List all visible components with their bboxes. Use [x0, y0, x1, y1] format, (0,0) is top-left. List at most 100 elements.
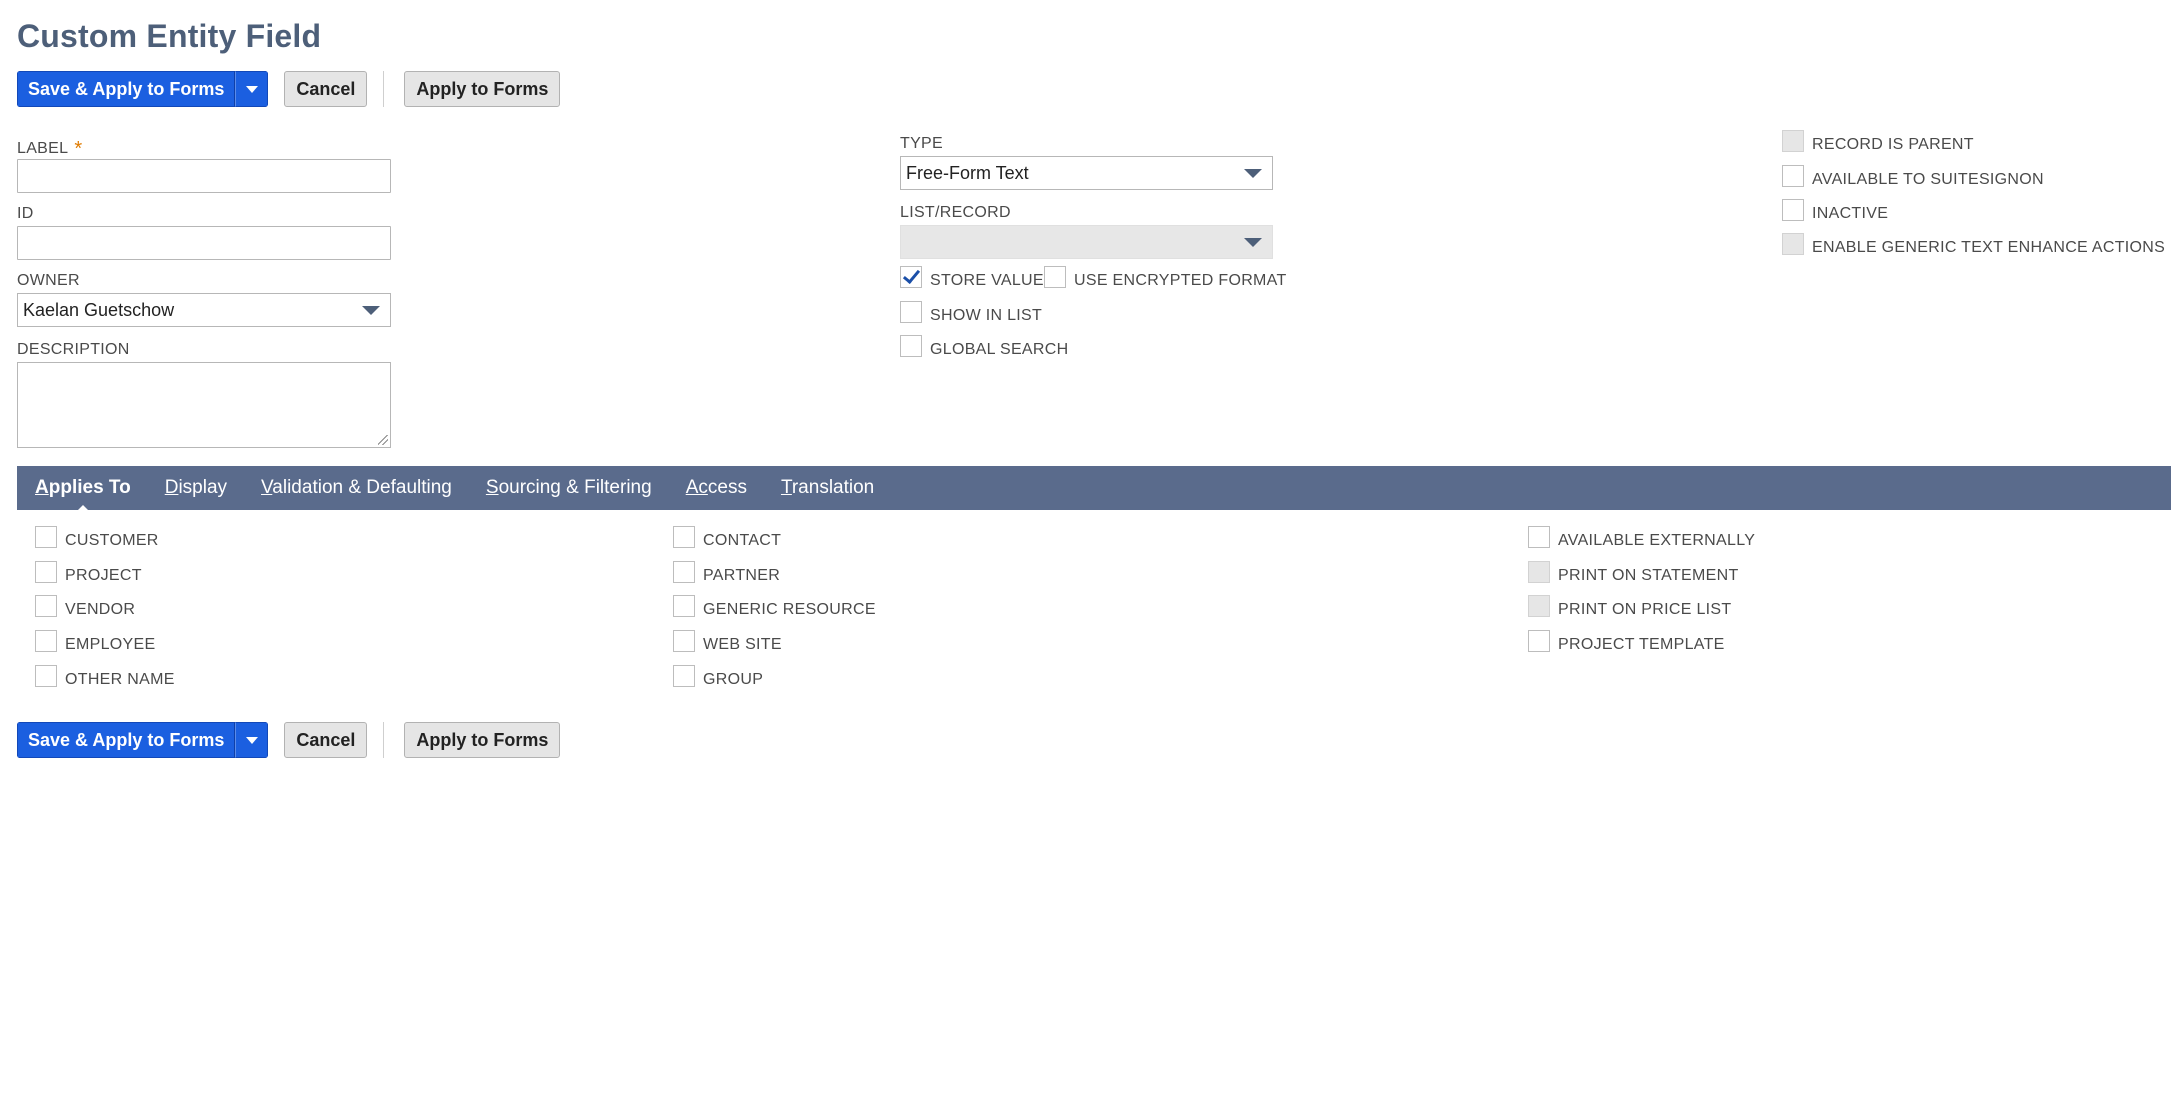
store-value-option[interactable]: STORE VALUE — [900, 266, 1044, 292]
applies-vendor-option[interactable]: VENDOR — [35, 595, 135, 621]
applies-other-name-checkbox[interactable] — [35, 665, 57, 687]
record-is-parent-checkbox[interactable] — [1782, 130, 1804, 152]
inactive-checkbox[interactable] — [1782, 199, 1804, 221]
apply-to-forms-button[interactable]: Apply to Forms — [404, 71, 561, 107]
project-template-option[interactable]: PROJECT TEMPLATE — [1528, 630, 1725, 656]
inactive-option[interactable]: INACTIVE — [1782, 199, 1889, 225]
applies-other-name-label: OTHER NAME — [65, 671, 175, 688]
tab-display[interactable]: Display — [165, 477, 227, 499]
global-search-label: GLOBAL SEARCH — [930, 341, 1069, 358]
print-on-statement-option[interactable]: PRINT ON STATEMENT — [1528, 561, 1739, 587]
list-record-field-label: LIST/RECORD — [900, 204, 1011, 221]
applies-web-site-option[interactable]: WEB SITE — [673, 630, 782, 656]
available-externally-label: AVAILABLE EXTERNALLY — [1558, 532, 1756, 549]
applies-partner-option[interactable]: PARTNER — [673, 561, 781, 587]
subtab-bar: Applies To Display Validation & Defaulti… — [17, 466, 2171, 513]
tab-label: cess — [707, 477, 747, 498]
use-encrypted-format-checkbox[interactable] — [1044, 266, 1066, 288]
cancel-button[interactable]: Cancel — [284, 722, 368, 758]
record-is-parent-option[interactable]: RECORD IS PARENT — [1782, 130, 1974, 156]
available-to-suitesignon-option[interactable]: AVAILABLE TO SUITESIGNON — [1782, 165, 2044, 191]
applies-other-name-option[interactable]: OTHER NAME — [35, 665, 175, 691]
tab-accesskey: S — [485, 477, 499, 498]
tab-label: alidation & Defaulting — [272, 477, 452, 498]
label-field-text: LABEL — [17, 140, 69, 157]
save-menu-button[interactable] — [235, 71, 269, 107]
print-on-price-list-label: PRINT ON PRICE LIST — [1558, 601, 1732, 618]
applies-partner-checkbox[interactable] — [673, 561, 695, 583]
available-externally-checkbox[interactable] — [1528, 526, 1550, 548]
inactive-label: INACTIVE — [1812, 205, 1889, 222]
label-input[interactable] — [17, 159, 391, 193]
applies-project-checkbox[interactable] — [35, 561, 57, 583]
caret-down-icon — [245, 85, 258, 93]
list-record-select — [900, 225, 1273, 259]
tab-accesskey: Ac — [685, 477, 708, 498]
tab-access[interactable]: Access — [686, 477, 747, 499]
show-in-list-checkbox[interactable] — [900, 301, 922, 323]
save-menu-button[interactable] — [235, 722, 269, 758]
save-button-group: Save & Apply to Forms — [17, 71, 269, 107]
applies-generic-resource-label: GENERIC RESOURCE — [703, 601, 876, 618]
applies-generic-resource-checkbox[interactable] — [673, 595, 695, 617]
applies-partner-label: PARTNER — [703, 567, 781, 584]
applies-group-checkbox[interactable] — [673, 665, 695, 687]
applies-vendor-checkbox[interactable] — [35, 595, 57, 617]
id-input[interactable] — [17, 226, 391, 260]
show-in-list-option[interactable]: SHOW IN LIST — [900, 301, 1042, 327]
print-on-statement-checkbox[interactable] — [1528, 561, 1550, 583]
tab-accesskey: A — [35, 477, 49, 498]
button-separator — [383, 71, 385, 107]
applies-customer-checkbox[interactable] — [35, 526, 57, 548]
global-search-option[interactable]: GLOBAL SEARCH — [900, 335, 1069, 361]
save-button-group: Save & Apply to Forms — [17, 722, 269, 758]
tab-translation[interactable]: Translation — [781, 477, 874, 499]
applies-contact-checkbox[interactable] — [673, 526, 695, 548]
type-select-value: Free-Form Text — [906, 162, 1029, 183]
applies-generic-resource-option[interactable]: GENERIC RESOURCE — [673, 595, 876, 621]
applies-group-option[interactable]: GROUP — [673, 665, 763, 691]
applies-project-option[interactable]: PROJECT — [35, 561, 142, 587]
use-encrypted-format-label: USE ENCRYPTED FORMAT — [1074, 272, 1287, 289]
project-template-checkbox[interactable] — [1528, 630, 1550, 652]
required-mark: * — [74, 138, 83, 160]
id-field-label: ID — [17, 205, 34, 222]
enable-generic-text-enhance-option[interactable]: ENABLE GENERIC TEXT ENHANCE ACTIONS — [1782, 233, 2165, 259]
top-button-bar: Save & Apply to Forms Cancel Apply to Fo… — [17, 71, 561, 107]
bottom-button-bar: Save & Apply to Forms Cancel Apply to Fo… — [17, 722, 561, 758]
applies-web-site-checkbox[interactable] — [673, 630, 695, 652]
tab-label: ourcing & Filtering — [498, 477, 652, 498]
applies-customer-option[interactable]: CUSTOMER — [35, 526, 159, 552]
global-search-checkbox[interactable] — [900, 335, 922, 357]
tab-accesskey: T — [780, 477, 792, 498]
available-externally-option[interactable]: AVAILABLE EXTERNALLY — [1528, 526, 1756, 552]
record-is-parent-label: RECORD IS PARENT — [1812, 136, 1974, 153]
tab-sourcing-filtering[interactable]: Sourcing & Filtering — [486, 477, 652, 499]
applies-employee-option[interactable]: EMPLOYEE — [35, 630, 156, 656]
print-on-price-list-option[interactable]: PRINT ON PRICE LIST — [1528, 595, 1732, 621]
tab-label: ranslation — [791, 477, 875, 498]
description-textarea[interactable] — [17, 362, 391, 448]
tab-applies-to[interactable]: Applies To — [35, 477, 131, 513]
button-separator — [383, 722, 385, 758]
apply-to-forms-button[interactable]: Apply to Forms — [404, 722, 561, 758]
save-apply-button[interactable]: Save & Apply to Forms — [17, 71, 236, 107]
available-to-suitesignon-checkbox[interactable] — [1782, 165, 1804, 187]
tab-validation-defaulting[interactable]: Validation & Defaulting — [261, 477, 452, 499]
applies-project-label: PROJECT — [65, 567, 142, 584]
owner-select[interactable]: Kaelan Guetschow — [17, 293, 391, 327]
use-encrypted-format-option[interactable]: USE ENCRYPTED FORMAT — [1044, 266, 1287, 292]
store-value-checkbox[interactable] — [900, 266, 922, 288]
type-field-label: TYPE — [900, 135, 943, 152]
type-select[interactable]: Free-Form Text — [900, 156, 1273, 190]
print-on-price-list-checkbox[interactable] — [1528, 595, 1550, 617]
resize-grip-icon[interactable] — [378, 435, 388, 445]
applies-employee-label: EMPLOYEE — [65, 636, 156, 653]
applies-contact-option[interactable]: CONTACT — [673, 526, 781, 552]
enable-generic-text-enhance-checkbox[interactable] — [1782, 233, 1804, 255]
owner-field-label: OWNER — [17, 272, 80, 289]
save-apply-button[interactable]: Save & Apply to Forms — [17, 722, 236, 758]
applies-employee-checkbox[interactable] — [35, 630, 57, 652]
page-title: Custom Entity Field — [17, 18, 322, 54]
cancel-button[interactable]: Cancel — [284, 71, 368, 107]
